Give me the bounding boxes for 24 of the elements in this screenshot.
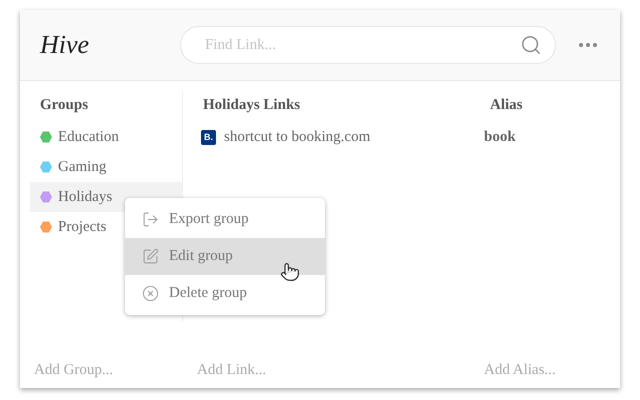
menu-item[interactable]: Delete group (125, 275, 325, 312)
column-heading: Groups (39, 96, 90, 115)
search-icon[interactable] (520, 34, 542, 56)
group-label: Projects (58, 218, 106, 236)
logo: Hive (40, 30, 90, 60)
group-item[interactable]: Education (30, 122, 182, 152)
group-label: Education (58, 128, 119, 146)
close-icon (142, 285, 159, 302)
column-heading: Alias (489, 96, 524, 115)
favicon: B. (201, 130, 216, 144)
column-heading: Holidays Links (202, 96, 302, 115)
menu-label: Delete group (169, 285, 247, 302)
search-field[interactable]: Find Link... (180, 26, 556, 64)
export-icon (142, 211, 159, 228)
link-label: shortcut to booking.com (224, 128, 370, 146)
edit-icon (142, 248, 159, 265)
group-item[interactable]: Gaming (30, 152, 182, 182)
menu-label: Edit group (169, 248, 233, 265)
group-label: Holidays (58, 188, 112, 206)
link-item[interactable]: B. shortcut to booking.com (183, 122, 470, 152)
hand-cursor-icon (280, 262, 300, 282)
alias-text: book (483, 128, 517, 146)
menu-label: Export group (169, 211, 249, 228)
group-label: Gaming (58, 158, 106, 176)
